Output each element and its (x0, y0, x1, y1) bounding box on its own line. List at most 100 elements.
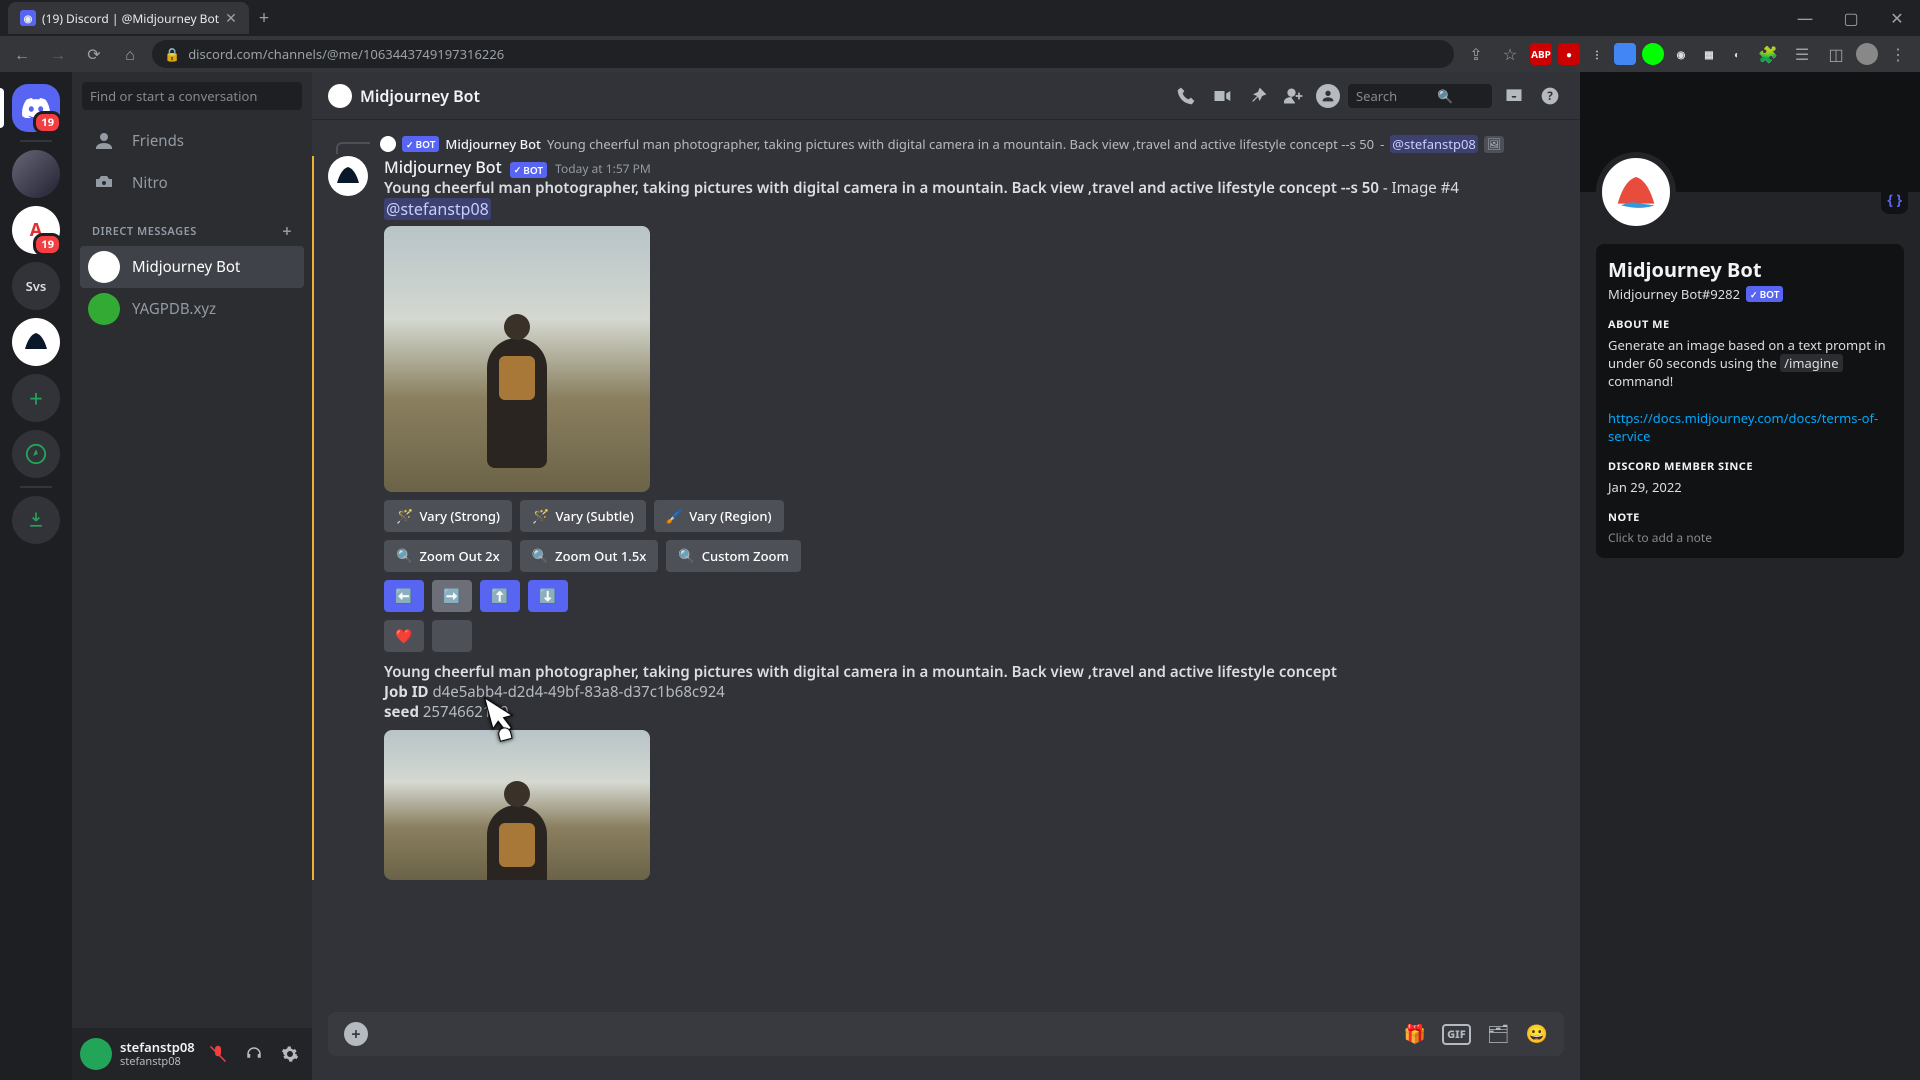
emoji-button[interactable]: 😀 (1526, 1022, 1548, 1046)
user-panel: stefanstp08 stefanstp08 (72, 1028, 312, 1080)
side-panel-icon[interactable]: ◫ (1822, 40, 1850, 68)
profile-panel: { } Midjourney Bot Midjourney Bot#9282 B… (1580, 72, 1920, 1080)
server-badge: 19 (33, 233, 62, 256)
reply-mention[interactable]: @stefanstp08 (1390, 135, 1478, 153)
server-icon-3[interactable]: Svs (12, 262, 60, 310)
generated-image[interactable] (384, 226, 650, 492)
download-apps-button[interactable] (12, 496, 60, 544)
gift-button[interactable]: 🎁 (1404, 1022, 1426, 1046)
profile-avatar[interactable] (1596, 152, 1676, 232)
reply-text: Young cheerful man photographer, taking … (547, 135, 1374, 153)
attach-button[interactable]: + (344, 1022, 368, 1046)
tab-close-icon[interactable]: ✕ (225, 9, 237, 28)
chrome-menu-icon[interactable]: ⋮ (1884, 40, 1912, 68)
maximize-button[interactable]: ▢ (1828, 0, 1874, 36)
share-icon[interactable]: ⇪ (1462, 40, 1490, 68)
vary-strong-button[interactable]: 🪄Vary (Strong) (384, 500, 512, 532)
dm-item-midjourney[interactable]: Midjourney Bot (80, 246, 304, 288)
user-avatar[interactable] (80, 1038, 112, 1070)
dm-search-input[interactable]: Find or start a conversation (82, 82, 302, 110)
zoom-out-1-5x-button[interactable]: 🔍Zoom Out 1.5x (520, 540, 659, 572)
add-server-button[interactable]: + (12, 374, 60, 422)
sticker-button[interactable]: 🗂 (1487, 1022, 1510, 1046)
prompt-text: Young cheerful man photographer, taking … (384, 178, 1564, 198)
inbox-button[interactable] (1500, 82, 1528, 110)
back-button[interactable]: ← (8, 40, 36, 68)
note-input[interactable]: Click to add a note (1608, 529, 1892, 546)
reading-list-icon[interactable]: ☰ (1788, 40, 1816, 68)
tab-title: (19) Discord | @Midjourney Bot (42, 10, 219, 27)
dm-item-yagpdb[interactable]: YAGPDB.xyz (80, 288, 304, 330)
pan-down-button[interactable]: ⬇️ (528, 580, 568, 612)
user-mention[interactable]: @stefanstp08 (384, 198, 491, 220)
server-icon-midjourney[interactable] (12, 318, 60, 366)
extensions-menu-icon[interactable]: 🧩 (1754, 40, 1782, 68)
message-author[interactable]: Midjourney Bot (384, 156, 502, 178)
add-friends-button[interactable] (1280, 82, 1308, 110)
close-window-button[interactable]: ✕ (1874, 0, 1920, 36)
favorite-button[interactable]: ❤️ (384, 620, 424, 652)
extension-icon-8[interactable]: ◐ (1726, 43, 1748, 65)
nitro-tab[interactable]: Nitro (80, 162, 304, 204)
explore-servers-button[interactable] (12, 430, 60, 478)
midjourney-logo-icon (1611, 167, 1661, 217)
dm-avatar (88, 293, 120, 325)
server-icon-1[interactable] (12, 150, 60, 198)
pan-up-button[interactable]: ⬆️ (480, 580, 520, 612)
profile-badges[interactable]: { } (1881, 187, 1908, 214)
reload-button[interactable]: ⟳ (80, 40, 108, 68)
lock-icon: 🔒 (164, 45, 180, 63)
new-tab-button[interactable]: + (249, 6, 279, 30)
server-icon-2[interactable]: A19 (12, 206, 60, 254)
mute-mic-button[interactable] (204, 1040, 232, 1068)
minimize-button[interactable]: — (1782, 0, 1828, 36)
forward-button[interactable]: → (44, 40, 72, 68)
extension-icon-2[interactable]: ● (1558, 43, 1580, 65)
bookmark-icon[interactable]: ☆ (1496, 40, 1524, 68)
pan-left-button[interactable]: ⬅️ (384, 580, 424, 612)
extension-icon-3[interactable]: ⋮ (1586, 43, 1608, 65)
web-button[interactable] (432, 620, 472, 652)
message-list[interactable]: BOT Midjourney Bot Young cheerful man ph… (312, 120, 1580, 1012)
dm-item-label: YAGPDB.xyz (132, 299, 216, 319)
window-controls: — ▢ ✕ (1782, 0, 1920, 36)
browser-tab[interactable]: ◉ (19) Discord | @Midjourney Bot ✕ (8, 2, 249, 34)
friends-tab[interactable]: Friends (80, 120, 304, 162)
custom-zoom-button[interactable]: 🔍Custom Zoom (666, 540, 800, 572)
deafen-button[interactable] (240, 1040, 268, 1068)
button-row-zoom: 🔍Zoom Out 2x 🔍Zoom Out 1.5x 🔍Custom Zoom (384, 540, 1564, 572)
user-profile-button[interactable] (1316, 84, 1340, 108)
gif-button[interactable]: GIF (1442, 1024, 1471, 1045)
vary-region-button[interactable]: 🖌️Vary (Region) (654, 500, 784, 532)
user-settings-button[interactable] (276, 1040, 304, 1068)
dm-avatar (88, 251, 120, 283)
reply-reference[interactable]: BOT Midjourney Bot Young cheerful man ph… (384, 134, 1564, 154)
pinned-messages-button[interactable] (1244, 82, 1272, 110)
tos-link[interactable]: https://docs.midjourney.com/docs/terms-o… (1608, 409, 1878, 445)
button-row-favorite: ❤️ (384, 620, 1564, 652)
extension-icon-4[interactable] (1614, 43, 1636, 65)
voice-call-button[interactable] (1172, 82, 1200, 110)
chat-search-input[interactable]: Search 🔍 (1348, 84, 1492, 108)
message-composer[interactable]: + 🎁 GIF 🗂 😀 (328, 1012, 1564, 1056)
abp-extension-icon[interactable]: ABP (1530, 43, 1552, 65)
pan-right-button[interactable]: ➡️ (432, 580, 472, 612)
zoom-out-2x-button[interactable]: 🔍Zoom Out 2x (384, 540, 512, 572)
profile-banner: { } (1580, 72, 1920, 192)
home-button[interactable]: ⌂ (116, 40, 144, 68)
extension-icon-7[interactable]: ▦ (1698, 43, 1720, 65)
generated-image-2[interactable] (384, 730, 650, 880)
direct-messages-button[interactable]: 19 (12, 84, 60, 132)
url-field[interactable]: 🔒 discord.com/channels/@me/1063443749197… (152, 40, 1454, 68)
help-button[interactable]: ? (1536, 82, 1564, 110)
user-name-block[interactable]: stefanstp08 stefanstp08 (120, 1040, 196, 1069)
dm-item-label: Midjourney Bot (132, 257, 240, 277)
extension-icon-5[interactable] (1642, 43, 1664, 65)
message-avatar[interactable] (328, 156, 368, 196)
create-dm-button[interactable]: + (282, 220, 292, 242)
vary-subtle-button[interactable]: 🪄Vary (Subtle) (520, 500, 646, 532)
extension-icon-6[interactable]: ◉ (1670, 43, 1692, 65)
video-call-button[interactable] (1208, 82, 1236, 110)
profile-avatar-icon[interactable] (1856, 43, 1878, 65)
button-row-vary: 🪄Vary (Strong) 🪄Vary (Subtle) 🖌️Vary (Re… (384, 500, 1564, 532)
